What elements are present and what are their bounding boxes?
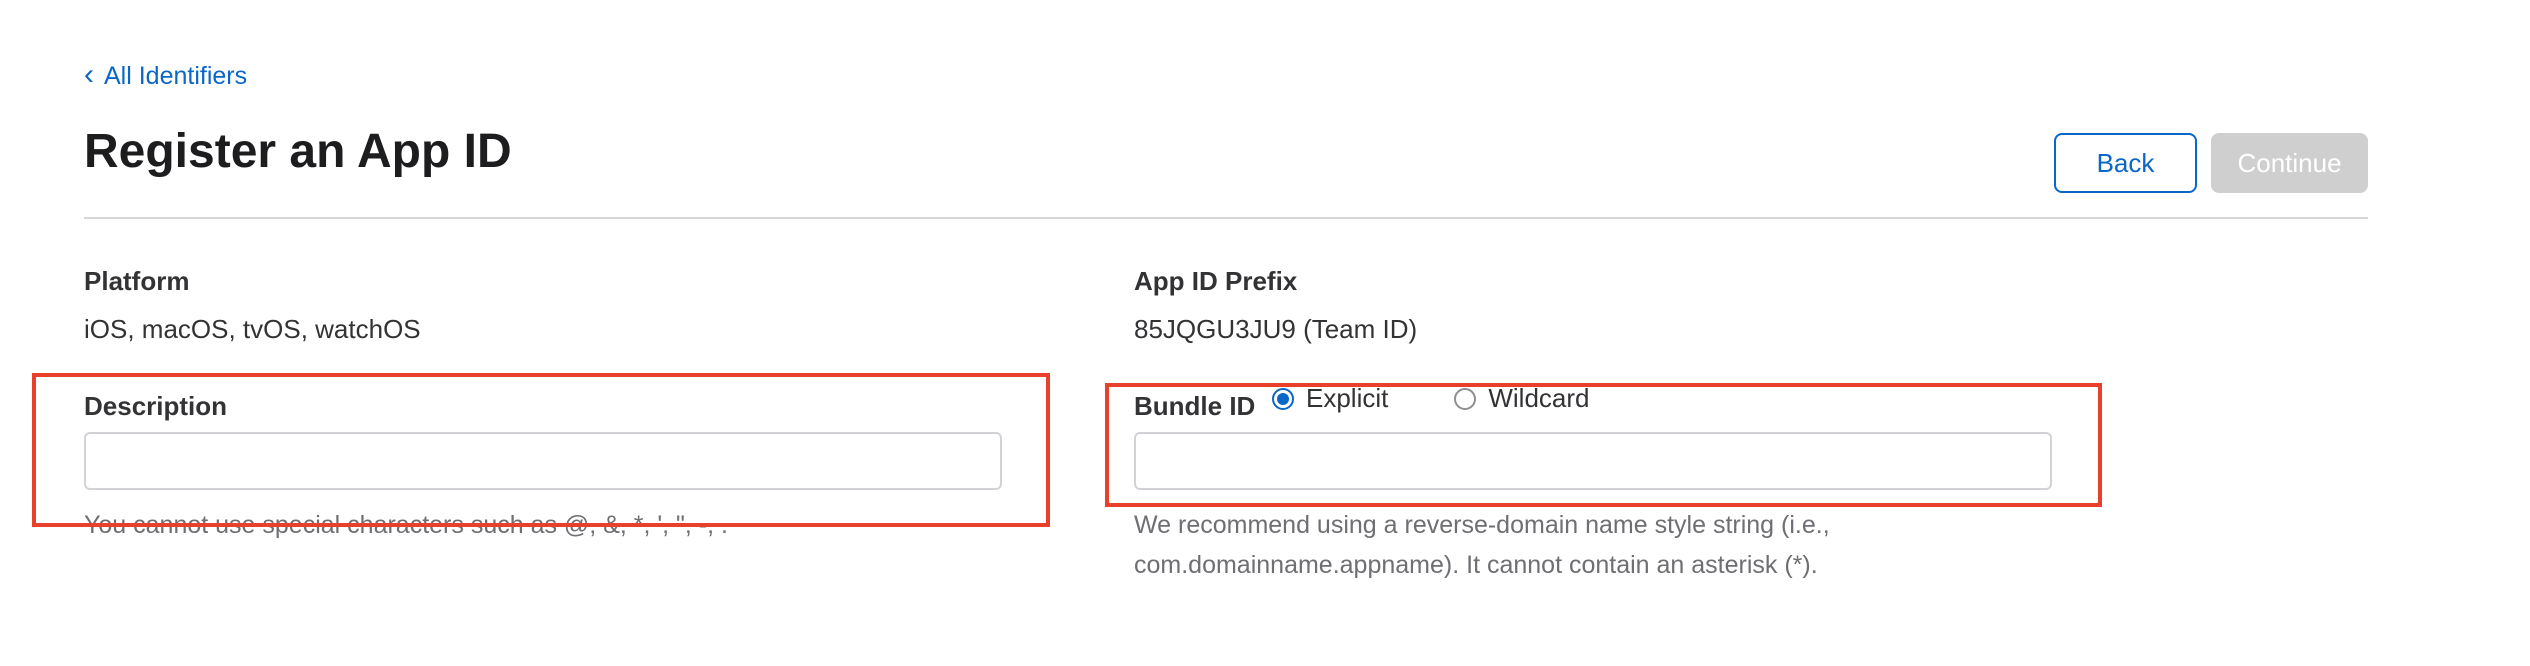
app-id-prefix-label: App ID Prefix [1134,266,1298,296]
bundle-id-hint-line-2: com.domainname.appname). It cannot conta… [1134,551,1818,579]
description-highlight-box [32,373,1050,527]
header-divider [84,217,2368,219]
bundle-id-hint-line-1: We recommend using a reverse-domain name… [1134,511,1830,539]
platform-label: Platform [84,266,190,296]
all-identifiers-link[interactable]: ‹ All Identifiers [84,58,248,91]
chevron-left-icon: ‹ [84,58,94,91]
bundle-id-highlight-box [1105,383,2102,507]
all-identifiers-label: All Identifiers [104,62,248,90]
page-title: Register an App ID [84,125,512,178]
back-button[interactable]: Back [2054,133,2197,193]
platform-value: iOS, macOS, tvOS, watchOS [84,314,421,344]
app-id-prefix-value: 85JQGU3JU9 (Team ID) [1134,314,1418,344]
continue-button[interactable]: Continue [2211,133,2368,193]
